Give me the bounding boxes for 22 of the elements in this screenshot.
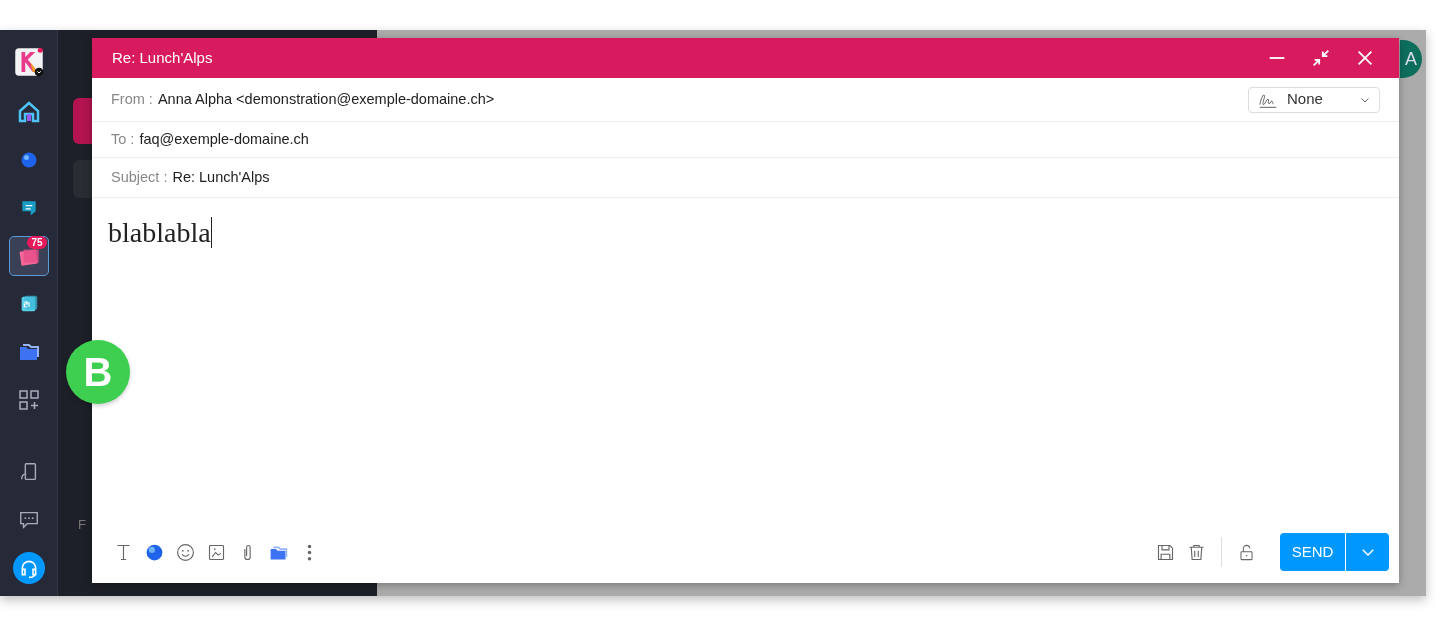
send-options-button[interactable] bbox=[1345, 533, 1389, 571]
message-body[interactable]: blablabla bbox=[108, 217, 212, 248]
count-badge: 75 bbox=[27, 236, 47, 249]
signature-select[interactable]: None bbox=[1248, 86, 1380, 113]
field-label: From : bbox=[111, 89, 153, 109]
house-icon[interactable] bbox=[16, 100, 41, 124]
section-heading: F bbox=[78, 515, 86, 534]
field-value[interactable]: faq@exemple-domaine.ch bbox=[139, 128, 1380, 151]
window-title: Re: Lunch'Alps bbox=[112, 47, 214, 68]
field-label: Subject : bbox=[111, 167, 168, 187]
apps-add-icon[interactable] bbox=[16, 388, 41, 412]
field-value[interactable]: Anna Alpha <demonstration@exemple-domaine.ch> bbox=[157, 88, 1248, 111]
headset-icon[interactable] bbox=[12, 552, 45, 584]
chat-bubble-icon[interactable] bbox=[17, 509, 40, 531]
rail-item[interactable]: 75 bbox=[8, 236, 49, 276]
emoji-icon[interactable] bbox=[175, 541, 196, 563]
avatar[interactable]: A bbox=[1400, 40, 1422, 78]
logo-icon[interactable] bbox=[13, 47, 44, 77]
unlock-icon[interactable] bbox=[1237, 542, 1256, 562]
field-value[interactable]: Re: Lunch'Alps bbox=[172, 166, 1380, 189]
field-label: To : bbox=[111, 129, 135, 149]
collapse-icon[interactable] bbox=[1310, 47, 1332, 69]
